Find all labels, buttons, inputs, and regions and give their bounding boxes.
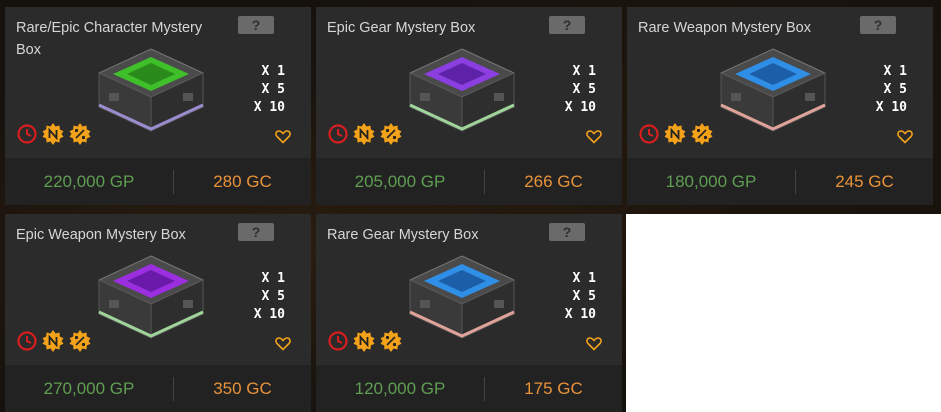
card-top: Rare/Epic Character Mystery Box ? X 1 X … xyxy=(5,7,311,154)
quantity-option-10[interactable]: X 10 xyxy=(544,99,596,117)
mystery-box-card[interactable]: Rare Gear Mystery Box ? X 1 X 5 X 10 120… xyxy=(316,214,622,412)
mystery-box-card[interactable]: Epic Weapon Mystery Box ? X 1 X 5 X 10 2… xyxy=(5,214,311,412)
heart-icon[interactable] xyxy=(586,129,602,144)
new-badge-icon xyxy=(664,123,686,145)
unknown-contents-badge[interactable]: ? xyxy=(549,16,585,34)
unknown-contents-badge[interactable]: ? xyxy=(549,223,585,241)
new-badge-icon xyxy=(42,123,64,145)
mystery-box-card[interactable]: Epic Gear Mystery Box ? X 1 X 5 X 10 205… xyxy=(316,7,622,205)
card-top: Epic Gear Mystery Box ? X 1 X 5 X 10 xyxy=(316,7,622,154)
clock-icon xyxy=(17,331,37,351)
price-gp-button[interactable]: 180,000 GP xyxy=(627,158,795,205)
quantity-options[interactable]: X 1 X 5 X 10 xyxy=(544,63,596,117)
heart-icon[interactable] xyxy=(897,129,913,144)
unknown-badge-label: ? xyxy=(562,17,572,33)
quantity-option-1[interactable]: X 1 xyxy=(544,270,596,288)
unknown-contents-badge[interactable]: ? xyxy=(238,223,274,241)
quantity-option-5[interactable]: X 5 xyxy=(544,81,596,99)
unknown-badge-label: ? xyxy=(251,17,261,33)
price-gc-button[interactable]: 350 GC xyxy=(174,365,311,412)
unknown-contents-badge[interactable]: ? xyxy=(860,16,896,34)
unknown-badge-label: ? xyxy=(251,224,261,240)
clock-icon xyxy=(639,124,659,144)
clock-icon xyxy=(328,331,348,351)
card-top: Rare Gear Mystery Box ? X 1 X 5 X 10 xyxy=(316,214,622,361)
mystery-box-card[interactable]: Rare Weapon Mystery Box ? X 1 X 5 X 10 1… xyxy=(627,7,933,205)
quantity-options[interactable]: X 1 X 5 X 10 xyxy=(855,63,907,117)
quantity-options[interactable]: X 1 X 5 X 10 xyxy=(544,270,596,324)
price-bar: 205,000 GP 266 GC xyxy=(316,158,622,205)
price-bar: 220,000 GP 280 GC xyxy=(5,158,311,205)
price-gc-button[interactable]: 266 GC xyxy=(485,158,622,205)
mystery-box-icon xyxy=(408,255,516,339)
discount-badge-icon xyxy=(380,123,402,145)
unknown-badge-label: ? xyxy=(873,17,883,33)
quantity-option-5[interactable]: X 5 xyxy=(544,288,596,306)
quantity-option-5[interactable]: X 5 xyxy=(855,81,907,99)
card-top: Epic Weapon Mystery Box ? X 1 X 5 X 10 xyxy=(5,214,311,361)
price-bar: 120,000 GP 175 GC xyxy=(316,365,622,412)
quantity-options[interactable]: X 1 X 5 X 10 xyxy=(233,63,285,117)
price-gc-button[interactable]: 245 GC xyxy=(796,158,933,205)
price-gp-button[interactable]: 205,000 GP xyxy=(316,158,484,205)
card-top: Rare Weapon Mystery Box ? X 1 X 5 X 10 xyxy=(627,7,933,154)
heart-icon[interactable] xyxy=(275,129,291,144)
new-badge-icon xyxy=(353,123,375,145)
quantity-option-1[interactable]: X 1 xyxy=(544,63,596,81)
clock-icon xyxy=(17,124,37,144)
price-gp-button[interactable]: 120,000 GP xyxy=(316,365,484,412)
mystery-box-icon xyxy=(719,48,827,132)
heart-icon[interactable] xyxy=(275,336,291,351)
price-bar: 180,000 GP 245 GC xyxy=(627,158,933,205)
new-badge-icon xyxy=(42,330,64,352)
quantity-option-10[interactable]: X 10 xyxy=(233,99,285,117)
mystery-box-card[interactable]: Rare/Epic Character Mystery Box ? X 1 X … xyxy=(5,7,311,205)
price-gp-button[interactable]: 270,000 GP xyxy=(5,365,173,412)
price-gc-button[interactable]: 175 GC xyxy=(485,365,622,412)
clock-icon xyxy=(328,124,348,144)
quantity-option-10[interactable]: X 10 xyxy=(544,306,596,324)
new-badge-icon xyxy=(353,330,375,352)
quantity-option-10[interactable]: X 10 xyxy=(855,99,907,117)
mystery-box-icon xyxy=(408,48,516,132)
quantity-option-1[interactable]: X 1 xyxy=(233,63,285,81)
discount-badge-icon xyxy=(380,330,402,352)
discount-badge-icon xyxy=(691,123,713,145)
price-bar: 270,000 GP 350 GC xyxy=(5,365,311,412)
quantity-option-1[interactable]: X 1 xyxy=(233,270,285,288)
price-gp-button[interactable]: 220,000 GP xyxy=(5,158,173,205)
quantity-option-10[interactable]: X 10 xyxy=(233,306,285,324)
discount-badge-icon xyxy=(69,330,91,352)
discount-badge-icon xyxy=(69,123,91,145)
quantity-option-5[interactable]: X 5 xyxy=(233,288,285,306)
quantity-options[interactable]: X 1 X 5 X 10 xyxy=(233,270,285,324)
unknown-contents-badge[interactable]: ? xyxy=(238,16,274,34)
mystery-box-icon xyxy=(97,255,205,339)
quantity-option-5[interactable]: X 5 xyxy=(233,81,285,99)
unknown-badge-label: ? xyxy=(562,224,572,240)
heart-icon[interactable] xyxy=(586,336,602,351)
mystery-box-icon xyxy=(97,48,205,132)
price-gc-button[interactable]: 280 GC xyxy=(174,158,311,205)
quantity-option-1[interactable]: X 1 xyxy=(855,63,907,81)
empty-slot xyxy=(626,214,941,412)
